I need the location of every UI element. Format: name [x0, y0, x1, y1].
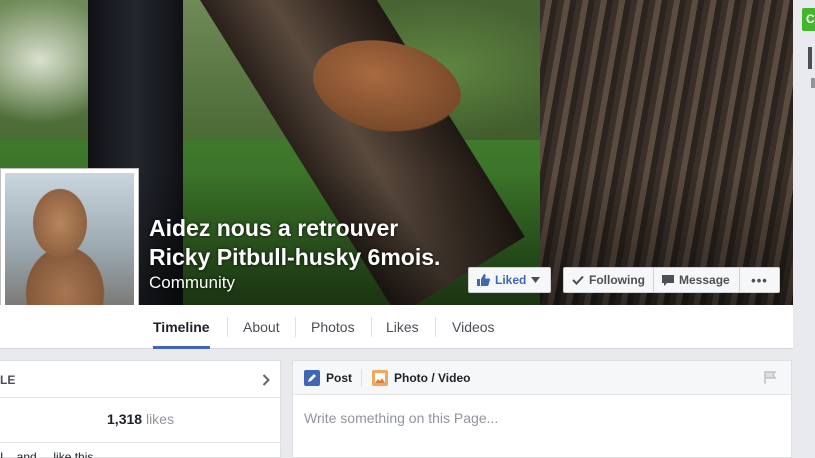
right-scroll-indicator	[808, 47, 812, 69]
post-tab-button[interactable]: Post	[304, 370, 352, 386]
more-label: •••	[751, 272, 768, 288]
following-button[interactable]: Following	[563, 267, 654, 293]
post-composer: Post Photo / Video Write something on th…	[292, 360, 792, 458]
composer-divider	[361, 369, 362, 387]
message-button[interactable]: Message	[654, 267, 740, 293]
likes-count: 1,318	[107, 411, 143, 427]
tab-videos[interactable]: Videos	[452, 305, 495, 349]
friends-like-text: I... and ... like this	[0, 450, 94, 458]
tab-divider	[371, 317, 372, 337]
divider	[0, 442, 281, 443]
likes-card-title: LE	[0, 373, 16, 387]
page-title-line1: Aidez nous a retrouver	[149, 215, 399, 241]
checkmark-icon	[572, 275, 584, 285]
tab-divider	[295, 317, 296, 337]
following-label: Following	[589, 273, 645, 287]
more-options-button[interactable]: •••	[740, 267, 780, 293]
tab-timeline[interactable]: Timeline	[153, 305, 210, 349]
chat-bubble-icon	[662, 274, 674, 286]
liked-button[interactable]: Liked	[468, 267, 551, 293]
page-title[interactable]: Aidez nous a retrouver Ricky Pitbull-hus…	[149, 214, 440, 272]
tab-divider	[435, 317, 436, 337]
composer-header: Post Photo / Video	[293, 361, 791, 395]
photo-video-label: Photo / Video	[394, 371, 471, 385]
post-input[interactable]: Write something on this Page...	[304, 410, 498, 426]
chevron-down-icon	[531, 277, 541, 283]
photo-video-button[interactable]: Photo / Video	[372, 370, 470, 386]
likes-card-header[interactable]: LE	[0, 361, 280, 398]
post-label: Post	[326, 371, 353, 385]
right-green-button[interactable]: C	[802, 8, 815, 31]
chevron-right-icon[interactable]	[262, 373, 270, 391]
page-title-line2: Ricky Pitbull-husky 6mois.	[149, 244, 441, 270]
tab-divider	[227, 317, 228, 337]
camera-icon	[372, 370, 388, 386]
liked-label: Liked	[495, 273, 527, 287]
likes-summary[interactable]: 1,318 likes	[0, 411, 281, 427]
likes-label: likes	[145, 411, 174, 427]
message-label: Message	[679, 273, 730, 287]
flag-icon[interactable]	[764, 371, 777, 389]
page-navbar: Timeline About Photos Likes Videos	[0, 305, 793, 349]
thumbs-up-icon	[477, 274, 490, 286]
right-scroll-indicator-small	[811, 78, 815, 88]
likes-card: LE 1,318 likes I... and ... like this	[0, 360, 281, 458]
page-category[interactable]: Community	[149, 273, 235, 293]
tab-photos[interactable]: Photos	[311, 305, 355, 349]
pencil-icon	[304, 370, 320, 386]
tab-likes[interactable]: Likes	[386, 305, 419, 349]
tab-about[interactable]: About	[243, 305, 280, 349]
